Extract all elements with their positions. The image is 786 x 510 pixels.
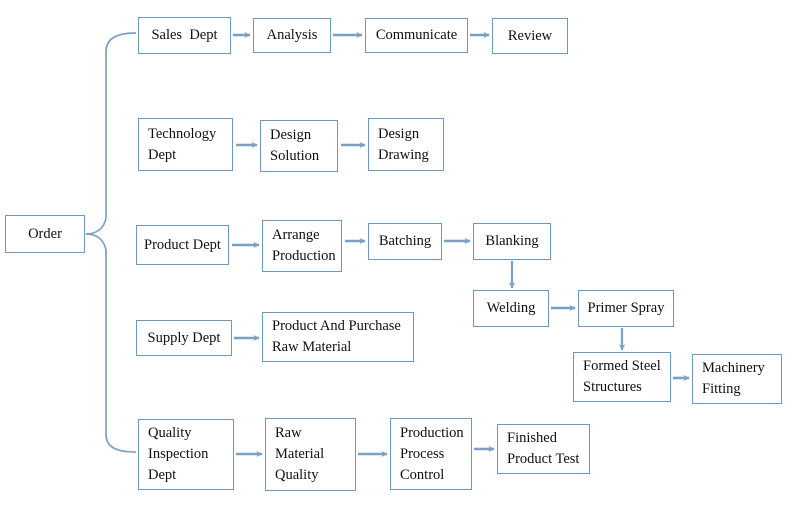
node-label: Supply Dept <box>147 329 221 346</box>
node-finished-product-test[interactable]: Finished Product Test <box>497 424 590 474</box>
node-blanking[interactable]: Blanking <box>473 223 551 260</box>
node-label: Welding <box>486 300 536 316</box>
brace-connector <box>85 32 137 453</box>
node-label: Quality Inspection Dept <box>148 425 209 483</box>
node-communicate[interactable]: Communicate <box>365 18 468 53</box>
node-label: Technology Dept <box>148 125 217 163</box>
node-label: Production Process Control <box>400 424 464 483</box>
node-label: Arrange Production <box>272 227 336 264</box>
node-label: Formed Steel Structures <box>583 358 661 395</box>
node-welding[interactable]: Welding <box>473 290 549 327</box>
node-batching[interactable]: Batching <box>368 223 442 260</box>
node-product-dept[interactable]: Product Dept <box>136 225 229 265</box>
node-label: Review <box>507 27 553 44</box>
node-order[interactable]: Order <box>5 215 85 253</box>
node-quality-inspection-dept[interactable]: Quality Inspection Dept <box>138 419 234 490</box>
node-label: Design Solution <box>270 127 320 164</box>
node-label: Blanking <box>485 233 539 249</box>
node-machinery-fitting[interactable]: Machinery Fitting <box>692 354 782 404</box>
node-supply-dept[interactable]: Supply Dept <box>136 320 232 356</box>
node-label: Sales Dept <box>151 27 218 43</box>
node-label: Order <box>28 225 62 242</box>
node-review[interactable]: Review <box>492 18 568 54</box>
node-label: Design Drawing <box>378 125 429 163</box>
node-technology-dept[interactable]: Technology Dept <box>138 118 233 171</box>
node-label: Product And Purchase Raw Material <box>272 318 401 355</box>
node-sales-dept[interactable]: Sales Dept <box>138 17 231 54</box>
node-analysis[interactable]: Analysis <box>253 18 331 53</box>
node-raw-material-quality[interactable]: Raw Material Quality <box>265 418 356 491</box>
node-production-process-control[interactable]: Production Process Control <box>390 418 472 490</box>
node-formed-steel-structures[interactable]: Formed Steel Structures <box>573 352 671 402</box>
node-arrange-production[interactable]: Arrange Production <box>262 220 342 272</box>
node-label: Finished Product Test <box>507 430 580 467</box>
node-label: Product Dept <box>144 236 221 253</box>
flowchart-canvas: Order Sales Dept Analysis Communicate Re… <box>0 0 786 510</box>
node-label: Communicate <box>375 27 458 43</box>
node-label: Primer Spray <box>587 300 665 316</box>
node-product-and-purchase-raw-material[interactable]: Product And Purchase Raw Material <box>262 312 414 362</box>
node-design-drawing[interactable]: Design Drawing <box>368 118 444 171</box>
node-design-solution[interactable]: Design Solution <box>260 120 338 172</box>
node-label: Raw Material Quality <box>275 425 325 483</box>
node-label: Analysis <box>266 27 318 43</box>
node-label: Batching <box>378 233 432 249</box>
node-label: Machinery Fitting <box>702 360 765 397</box>
node-primer-spray[interactable]: Primer Spray <box>578 290 674 327</box>
